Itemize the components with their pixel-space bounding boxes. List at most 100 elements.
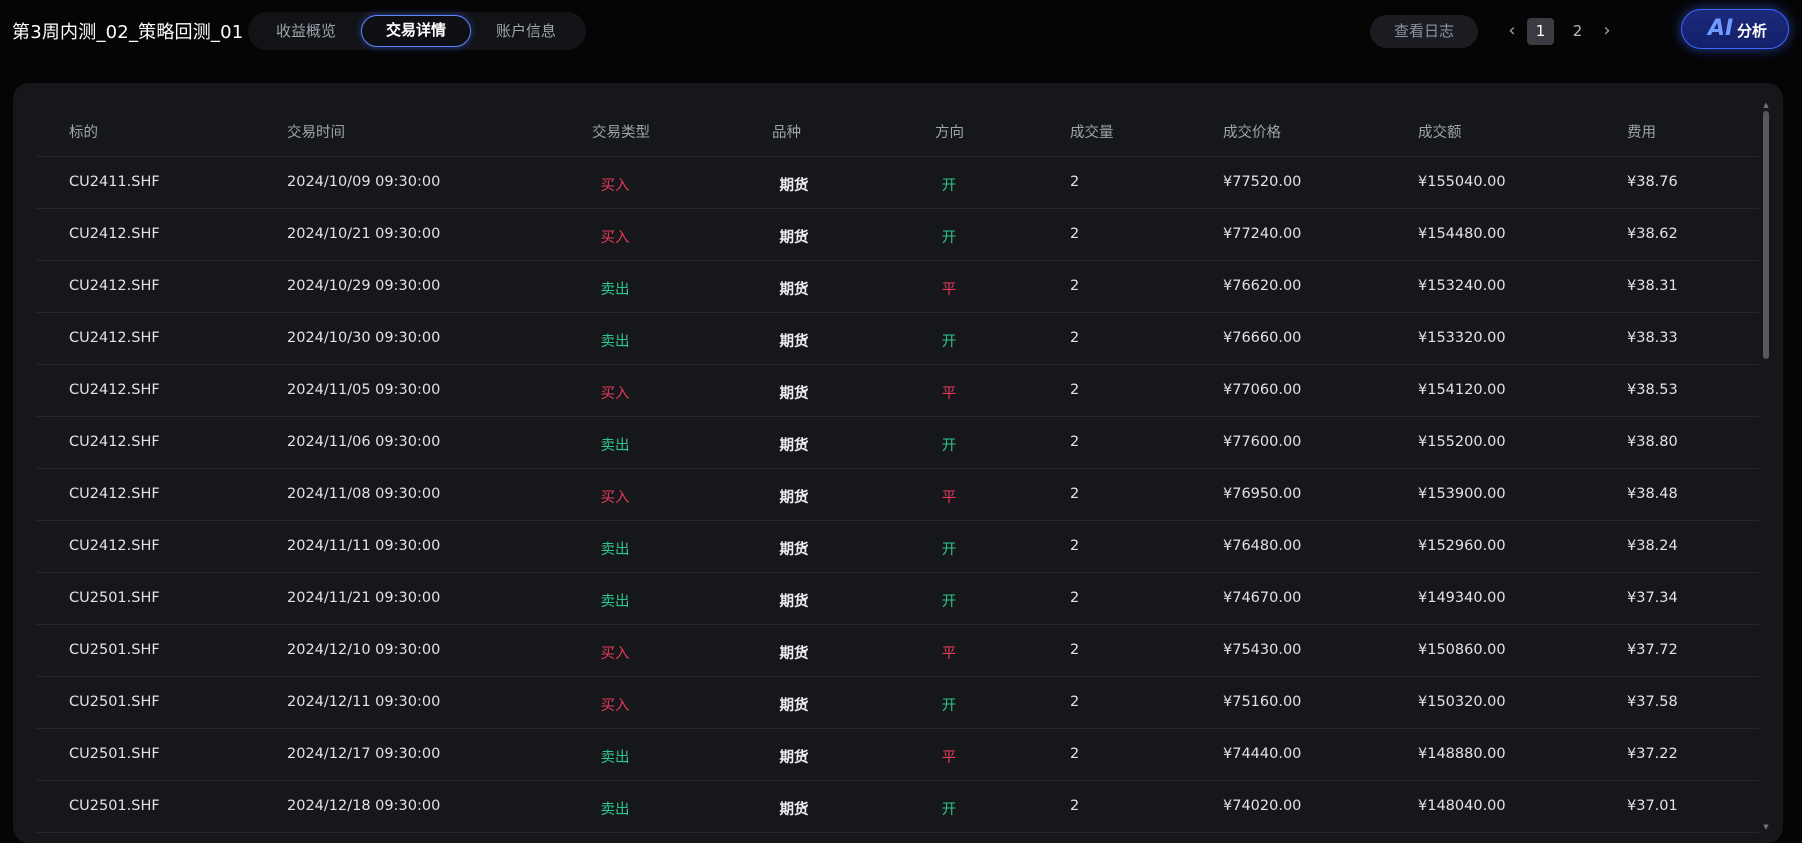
ai-analysis-label: 分析 xyxy=(1737,22,1768,40)
cell-symbol: CU2501.SHF xyxy=(69,694,160,710)
cell-symbol: CU2501.SHF xyxy=(69,590,160,606)
column-header-type: 交易类型 xyxy=(592,125,650,141)
cell-time: 2024/10/30 09:30:00 xyxy=(287,330,441,346)
table-row: CU2501.SHF 2024/11/21 09:30:00 卖出 期货 开 2 ¥7467… xyxy=(37,573,1759,625)
cell-type: 买入 xyxy=(600,698,630,714)
table-row: CU2412.SHF 2024/10/21 09:30:00 买入 期货 开 2 ¥7724… xyxy=(37,209,1759,261)
next-page-icon[interactable]: › xyxy=(1597,16,1617,46)
cell-direction: 开 xyxy=(941,542,957,558)
cell-kind: 期货 xyxy=(779,542,809,558)
table-row: CU2501.SHF 2024/12/18 09:30:00 卖出 期货 开 2 ¥7402… xyxy=(37,781,1759,833)
cell-direction: 平 xyxy=(941,646,957,662)
vertical-scrollbar[interactable]: ▲ ▼ xyxy=(1762,101,1770,831)
cell-fee: ¥37.22 xyxy=(1627,746,1678,762)
top-bar: 第3周内测_02_策略回测_01 收益概览 交易详情 账户信息 查看日志 ‹ 1… xyxy=(0,0,1802,64)
cell-type: 买入 xyxy=(600,646,630,662)
cell-fee: ¥38.33 xyxy=(1627,330,1678,346)
cell-direction: 平 xyxy=(941,750,957,766)
cell-symbol: CU2412.SHF xyxy=(69,278,160,294)
cell-amount: ¥153240.00 xyxy=(1418,278,1506,294)
scroll-thumb[interactable] xyxy=(1763,111,1769,359)
scroll-up-icon[interactable]: ▲ xyxy=(1762,101,1770,109)
cell-time: 2024/11/08 09:30:00 xyxy=(287,486,441,502)
page-title: 第3周内测_02_策略回测_01 xyxy=(12,22,244,43)
column-header-price: 成交价格 xyxy=(1223,125,1281,141)
cell-price: ¥76620.00 xyxy=(1223,278,1302,294)
cell-symbol: CU2411.SHF xyxy=(69,174,160,190)
tab-account-info[interactable]: 账户信息 xyxy=(476,15,576,47)
column-header-symbol: 标的 xyxy=(69,125,98,141)
cell-type: 买入 xyxy=(600,230,630,246)
cell-fee: ¥38.31 xyxy=(1627,278,1678,294)
cell-price: ¥74020.00 xyxy=(1223,798,1302,814)
cell-fee: ¥37.34 xyxy=(1627,590,1678,606)
cell-fee: ¥37.72 xyxy=(1627,642,1678,658)
view-log-button[interactable]: 查看日志 xyxy=(1370,15,1478,48)
pagination: ‹ 1 2 › xyxy=(1500,16,1630,46)
cell-symbol: CU2412.SHF xyxy=(69,382,160,398)
table-header: 标的 交易时间 交易类型 品种 方向 成交量 成交价格 成交额 费用 xyxy=(37,83,1759,157)
cell-fee: ¥38.53 xyxy=(1627,382,1678,398)
column-header-volume: 成交量 xyxy=(1070,125,1114,141)
cell-volume: 2 xyxy=(1070,174,1080,190)
cell-kind: 期货 xyxy=(779,750,809,766)
cell-type: 卖出 xyxy=(600,334,630,350)
cell-kind: 期货 xyxy=(779,282,809,298)
table-row: CU2412.SHF 2024/11/08 09:30:00 买入 期货 平 2 ¥7695… xyxy=(37,469,1759,521)
cell-symbol: CU2501.SHF xyxy=(69,798,160,814)
cell-amount: ¥153900.00 xyxy=(1418,486,1506,502)
page-1-button[interactable]: 1 xyxy=(1527,18,1554,45)
cell-volume: 2 xyxy=(1070,226,1080,242)
table-row: CU2412.SHF 2024/10/30 09:30:00 卖出 期货 开 2 ¥7666… xyxy=(37,313,1759,365)
cell-volume: 2 xyxy=(1070,434,1080,450)
cell-type: 卖出 xyxy=(600,594,630,610)
cell-time: 2024/10/29 09:30:00 xyxy=(287,278,441,294)
cell-kind: 期货 xyxy=(779,594,809,610)
cell-price: ¥77240.00 xyxy=(1223,226,1302,242)
cell-symbol: CU2501.SHF xyxy=(69,746,160,762)
ai-analysis-button[interactable]: AI 分析 xyxy=(1681,9,1789,49)
cell-type: 买入 xyxy=(600,178,630,194)
cell-fee: ¥38.76 xyxy=(1627,174,1678,190)
cell-type: 买入 xyxy=(600,386,630,402)
cell-amount: ¥150320.00 xyxy=(1418,694,1506,710)
cell-volume: 2 xyxy=(1070,330,1080,346)
cell-time: 2024/12/17 09:30:00 xyxy=(287,746,441,762)
cell-volume: 2 xyxy=(1070,538,1080,554)
cell-direction: 开 xyxy=(941,802,957,818)
cell-fee: ¥38.24 xyxy=(1627,538,1678,554)
cell-price: ¥74440.00 xyxy=(1223,746,1302,762)
cell-amount: ¥154480.00 xyxy=(1418,226,1506,242)
cell-time: 2024/10/09 09:30:00 xyxy=(287,174,441,190)
prev-page-icon[interactable]: ‹ xyxy=(1502,16,1522,46)
cell-direction: 平 xyxy=(941,282,957,298)
cell-amount: ¥154120.00 xyxy=(1418,382,1506,398)
cell-type: 买入 xyxy=(600,490,630,506)
column-header-kind: 品种 xyxy=(772,125,801,141)
page-2-button[interactable]: 2 xyxy=(1564,18,1591,45)
cell-volume: 2 xyxy=(1070,590,1080,606)
cell-time: 2024/11/06 09:30:00 xyxy=(287,434,441,450)
cell-fee: ¥38.80 xyxy=(1627,434,1678,450)
cell-volume: 2 xyxy=(1070,798,1080,814)
cell-fee: ¥38.62 xyxy=(1627,226,1678,242)
tab-overview[interactable]: 收益概览 xyxy=(256,15,356,47)
table-row: CU2501.SHF 2024/12/10 09:30:00 买入 期货 平 2 ¥7543… xyxy=(37,625,1759,677)
cell-time: 2024/11/11 09:30:00 xyxy=(287,538,441,554)
cell-price: ¥75160.00 xyxy=(1223,694,1302,710)
cell-price: ¥77600.00 xyxy=(1223,434,1302,450)
cell-type: 卖出 xyxy=(600,750,630,766)
column-header-direction: 方向 xyxy=(935,125,964,141)
cell-kind: 期货 xyxy=(779,646,809,662)
cell-amount: ¥155200.00 xyxy=(1418,434,1506,450)
cell-direction: 平 xyxy=(941,386,957,402)
cell-amount: ¥150860.00 xyxy=(1418,642,1506,658)
column-header-amount: 成交额 xyxy=(1418,125,1462,141)
tab-trade-details[interactable]: 交易详情 xyxy=(361,15,471,47)
table-row: CU2412.SHF 2024/11/05 09:30:00 买入 期货 平 2 ¥7706… xyxy=(37,365,1759,417)
cell-type: 卖出 xyxy=(600,802,630,818)
cell-time: 2024/12/10 09:30:00 xyxy=(287,642,441,658)
table-body: CU2411.SHF 2024/10/09 09:30:00 买入 期货开 2 ¥7752… xyxy=(37,157,1759,833)
cell-direction: 开 xyxy=(941,594,957,610)
cell-price: ¥74670.00 xyxy=(1223,590,1302,606)
